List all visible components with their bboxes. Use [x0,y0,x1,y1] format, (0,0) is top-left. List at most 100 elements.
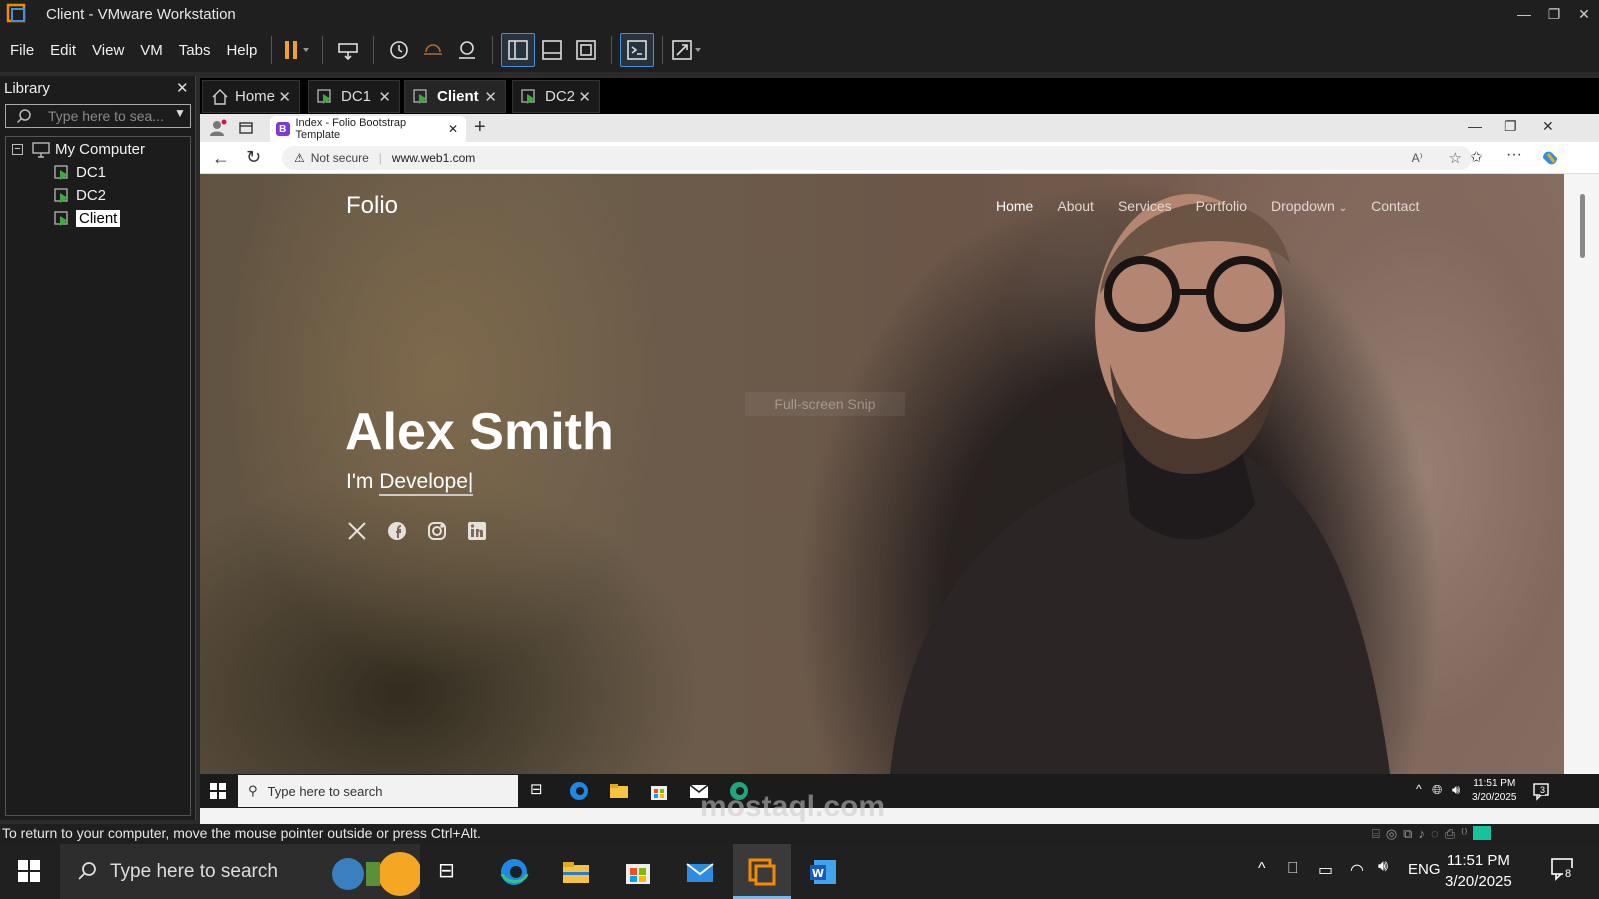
host-clock[interactable]: 11:51 PM 3/20/2025 [1445,850,1512,892]
browser-minimize-button[interactable]: — [1468,118,1482,134]
windows-start-icon[interactable] [210,783,226,799]
nav-dropdown[interactable]: Dropdown ⌄ [1271,198,1347,214]
tab-close-icon[interactable]: ✕ [378,88,391,106]
battery-icon[interactable]: ▭ [1318,860,1333,880]
menu-view[interactable]: View [86,42,130,59]
volume-icon[interactable]: 🔊︎ [1452,782,1460,798]
guest-display[interactable]: B Index - Folio Bootstrap Template ✕ + —… [200,114,1599,824]
host-notification-button[interactable]: 8 [1550,856,1578,884]
tree-item-dc2[interactable]: DC2 [54,187,106,204]
show-hidden-icons[interactable]: ^ [1258,860,1266,878]
network-adapter-icon[interactable]: ⧉ [1403,826,1412,842]
menu-file[interactable]: File [4,42,40,59]
word-icon[interactable]: W [808,856,840,888]
favorites-icon[interactable]: ✩ [1470,148,1483,166]
stretch-guest-button[interactable] [671,33,705,67]
browser-tab-close-icon[interactable]: ✕ [448,122,458,136]
nav-contact[interactable]: Contact [1371,198,1419,214]
nav-portfolio[interactable]: Portfolio [1196,198,1247,214]
pause-vm-button[interactable] [280,33,314,67]
x-icon[interactable] [346,520,368,542]
display-icon[interactable]: ⁽⁾ [1461,826,1467,842]
collapse-icon[interactable]: − [12,144,23,155]
refresh-button[interactable]: ↻ [246,147,261,168]
host-search-box[interactable]: Type here to search [60,844,420,899]
usb-icon[interactable]: ◌ [1431,826,1439,842]
library-search-input[interactable]: Type here to sea... ▼ [5,104,191,128]
sound-card-icon[interactable]: ♪ [1418,826,1425,842]
url-field[interactable]: ⚠ Not secure | www.web1.com A⁾ ☆ [282,146,1472,170]
guest-search-box[interactable]: ⚲ Type here to search [238,775,518,807]
cd-dvd-icon[interactable]: ◎ [1386,826,1397,842]
task-view-icon[interactable]: ⊟ [530,780,552,802]
facebook-icon[interactable] [386,520,408,542]
volume-icon[interactable]: 🔊︎ [1378,858,1388,876]
tab-dc1[interactable]: DC1 ✕ [308,80,400,113]
show-library-button[interactable] [501,33,536,67]
menu-vm[interactable]: VM [134,42,169,59]
back-button[interactable]: ← [212,148,230,169]
meet-now-icon[interactable]: ⎕ [1288,860,1298,878]
revert-snapshot-button[interactable] [416,33,450,67]
browser-close-button[interactable]: ✕ [1542,118,1554,135]
close-window-button[interactable]: ✕ [1569,0,1599,28]
browser-tab-active[interactable]: B Index - Folio Bootstrap Template ✕ [270,116,466,142]
tab-dc2[interactable]: DC2 ✕ [512,80,600,113]
tab-close-icon[interactable]: ✕ [278,88,291,106]
hard-disk-icon[interactable]: ⌸ [1372,826,1380,842]
favorite-star-icon[interactable]: ☆ [1449,149,1462,167]
copilot-icon[interactable] [1540,148,1560,168]
show-thumbnail-bar-button[interactable] [535,33,569,67]
mail-icon[interactable] [684,856,716,888]
full-screen-button[interactable] [569,33,603,67]
linkedin-icon[interactable] [466,520,488,542]
new-tab-button[interactable]: + [474,116,486,139]
guest-clock[interactable]: 11:51 PM 3/20/2025 [1472,777,1517,805]
store-icon[interactable] [648,780,670,802]
search-dropdown-icon[interactable]: ▼ [174,106,186,120]
nav-home[interactable]: Home [996,198,1033,214]
printer-icon[interactable]: ⎙ [1445,826,1455,842]
snapshot-button[interactable] [382,33,416,67]
file-explorer-icon[interactable] [608,780,630,802]
tab-actions-icon[interactable] [238,120,254,136]
language-indicator[interactable]: ENG [1408,861,1441,878]
show-hidden-icons[interactable]: ^ [1416,782,1422,796]
wifi-icon[interactable]: ◠ [1350,860,1364,880]
scrollbar-thumb[interactable] [1580,194,1585,258]
edge-icon[interactable] [568,780,590,802]
instagram-icon[interactable] [426,520,448,542]
message-log-icon[interactable] [1473,826,1492,840]
menu-edit[interactable]: Edit [44,42,82,59]
page-scrollbar[interactable] [1564,174,1599,774]
restore-button[interactable]: ❐ [1539,0,1569,28]
library-close-icon[interactable]: ✕ [176,79,189,97]
network-icon[interactable]: 🌐︎ [1432,782,1442,798]
minimize-button[interactable]: — [1509,0,1539,28]
tree-item-dc1[interactable]: DC1 [54,164,106,181]
tab-client[interactable]: Client ✕ [404,80,506,113]
browser-restore-button[interactable]: ❐ [1504,118,1517,135]
menu-tabs[interactable]: Tabs [173,42,217,59]
guest-notification-button[interactable]: 3 [1532,781,1552,801]
read-aloud-icon[interactable]: A⁾ [1412,151,1423,165]
vmware-taskbar-button[interactable] [733,844,791,899]
task-view-icon[interactable]: ⊟ [438,858,455,883]
edge-icon[interactable] [498,856,530,888]
tree-item-client[interactable]: Client [54,210,121,227]
tree-root-my-computer[interactable]: − My Computer [12,141,145,158]
site-logo[interactable]: Folio [346,192,398,220]
snapshot-manager-button[interactable] [450,33,484,67]
send-ctrl-alt-del-button[interactable] [331,33,365,67]
menu-help[interactable]: Help [220,42,263,59]
more-options-icon[interactable]: ··· [1506,146,1522,164]
nav-services[interactable]: Services [1118,198,1172,214]
tab-close-icon[interactable]: ✕ [484,88,497,106]
profile-icon[interactable] [208,118,228,138]
file-explorer-icon[interactable] [560,856,592,888]
tab-close-icon[interactable]: ✕ [578,88,591,106]
nav-about[interactable]: About [1057,198,1094,214]
store-icon[interactable] [622,856,654,888]
windows-start-icon[interactable] [18,860,40,882]
console-view-button[interactable] [620,33,655,67]
